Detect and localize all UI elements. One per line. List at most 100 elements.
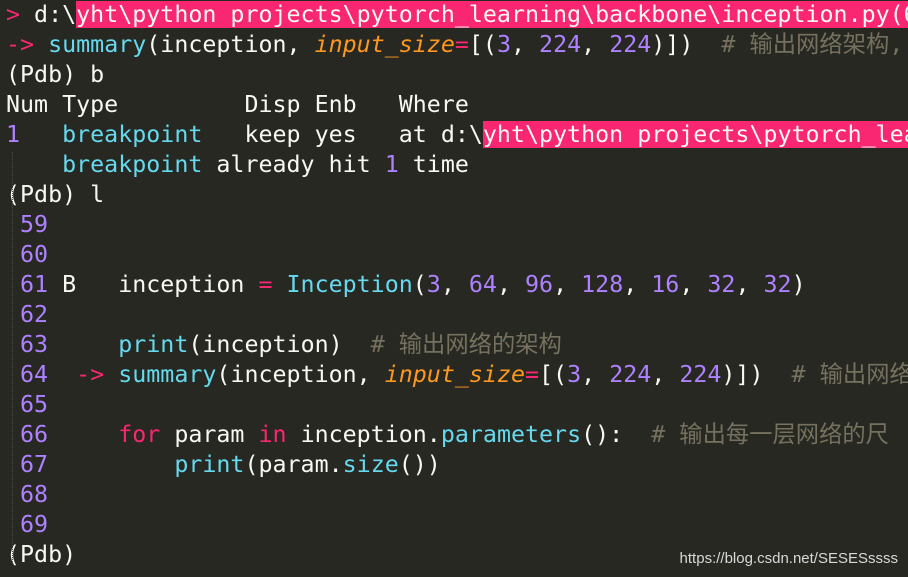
code-token: (inception): [188, 331, 371, 358]
code-token: ,: [440, 271, 469, 298]
code-token: Num Type Disp Enb Where: [6, 91, 469, 118]
code-token: 32: [707, 271, 736, 298]
code-token: breakpoint: [62, 151, 203, 178]
code-token: ): [791, 271, 806, 298]
code-token: ,: [651, 361, 680, 388]
code-token: 224: [539, 31, 582, 58]
code-token: (Pdb): [6, 541, 77, 568]
code-token: >: [6, 1, 21, 28]
code-token: param: [160, 421, 259, 448]
code-token: ,: [623, 271, 652, 298]
code-token: inception.: [286, 421, 441, 448]
code-token: (param.: [244, 451, 343, 478]
code-token: ->: [6, 31, 35, 58]
terminal-line: breakpoint already hit 1 time: [6, 150, 908, 180]
code-token: breakpoint: [62, 121, 203, 148]
code-token: (: [412, 271, 427, 298]
code-token: =: [258, 271, 273, 298]
terminal-line: Num Type Disp Enb Where: [6, 90, 908, 120]
terminal-output[interactable]: > d:\yht\python projects\pytorch_learnin…: [6, 0, 908, 570]
terminal-line: -> summary(inception, input_size=[(3, 22…: [6, 30, 908, 60]
code-token: 16: [651, 271, 680, 298]
code-token: d:\: [20, 1, 77, 28]
code-token: ,: [496, 271, 526, 298]
code-token: (Pdb) l: [6, 181, 105, 208]
code-token: [(: [539, 361, 568, 388]
watermark: https://blog.csdn.net/SESESssss: [679, 550, 898, 567]
code-token: summary: [48, 31, 147, 58]
code-token: 32: [763, 271, 792, 298]
code-token: in: [258, 421, 287, 448]
code-token: parameters: [440, 421, 582, 448]
terminal-line: 61 B inception = Inception(3, 64, 96, 12…: [6, 270, 908, 300]
code-token: (inception,: [146, 31, 315, 58]
code-token: 1: [384, 151, 399, 178]
code-token: ,: [679, 271, 708, 298]
code-token: =: [454, 31, 469, 58]
code-token: ,: [735, 271, 764, 298]
terminal-line: (Pdb) b: [6, 60, 908, 90]
code-comment: # 输出网络: [791, 361, 908, 388]
terminal-line: 66 for param in inception.parameters(): …: [6, 420, 908, 450]
code-token: for: [118, 421, 161, 448]
terminal-line: 1 breakpoint keep yes at d:\yht\python p…: [6, 120, 908, 150]
terminal-line: 63 print(inception) # 输出网络的架构: [6, 330, 908, 360]
code-token: (Pdb) b: [6, 61, 105, 88]
terminal-line: 60: [6, 240, 908, 270]
code-token: print: [118, 331, 189, 358]
indent-guide: [12, 152, 13, 562]
code-token: (inception,: [216, 361, 385, 388]
code-token: 3: [426, 271, 441, 298]
code-token: input_size: [384, 361, 525, 388]
code-token: 3: [567, 361, 582, 388]
code-token: )]): [721, 361, 792, 388]
terminal-line: 64 -> summary(inception, input_size=[(3,…: [6, 360, 908, 390]
highlighted-path: yht\python projects\pytorch_learning\bac…: [76, 1, 908, 28]
code-token: 128: [581, 271, 624, 298]
code-token: 64: [468, 271, 497, 298]
code-token: =: [525, 361, 540, 388]
code-comment: # 输出网络的架构: [370, 331, 562, 358]
code-token: ,: [510, 31, 540, 58]
code-token: size: [342, 451, 399, 478]
code-token: ()): [398, 451, 441, 478]
terminal-line: (Pdb) l: [6, 180, 908, 210]
code-token: [(: [468, 31, 497, 58]
terminal-line: 68: [6, 480, 908, 510]
terminal-line: > d:\yht\python projects\pytorch_learnin…: [6, 0, 908, 30]
code-token: 1: [6, 121, 21, 148]
highlighted-path: yht\python projects\pytorch_lea: [482, 121, 908, 148]
code-token: already hit: [202, 151, 385, 178]
code-token: keep yes at d:\: [202, 121, 483, 148]
terminal-line: 67 print(param.size()): [6, 450, 908, 480]
code-token: ,: [581, 361, 610, 388]
code-token: ->: [76, 361, 105, 388]
code-comment: # 输出网络架构,: [721, 31, 904, 58]
code-token: ,: [553, 271, 582, 298]
terminal-line: 65: [6, 390, 908, 420]
code-token: input_size: [314, 31, 455, 58]
terminal-line: 59: [6, 210, 908, 240]
code-token: ,: [581, 31, 610, 58]
code-token: summary: [118, 361, 217, 388]
code-token: print: [174, 451, 245, 478]
code-comment: # 输出每一层网络的尺: [651, 421, 889, 448]
code-token: ():: [581, 421, 652, 448]
code-token: Inception: [286, 271, 413, 298]
code-token: 3: [496, 31, 511, 58]
code-token: 96: [525, 271, 554, 298]
code-token: 224: [679, 361, 722, 388]
code-token: 224: [609, 361, 652, 388]
code-token: time: [398, 151, 469, 178]
terminal-line: 62: [6, 300, 908, 330]
code-token: 224: [609, 31, 652, 58]
